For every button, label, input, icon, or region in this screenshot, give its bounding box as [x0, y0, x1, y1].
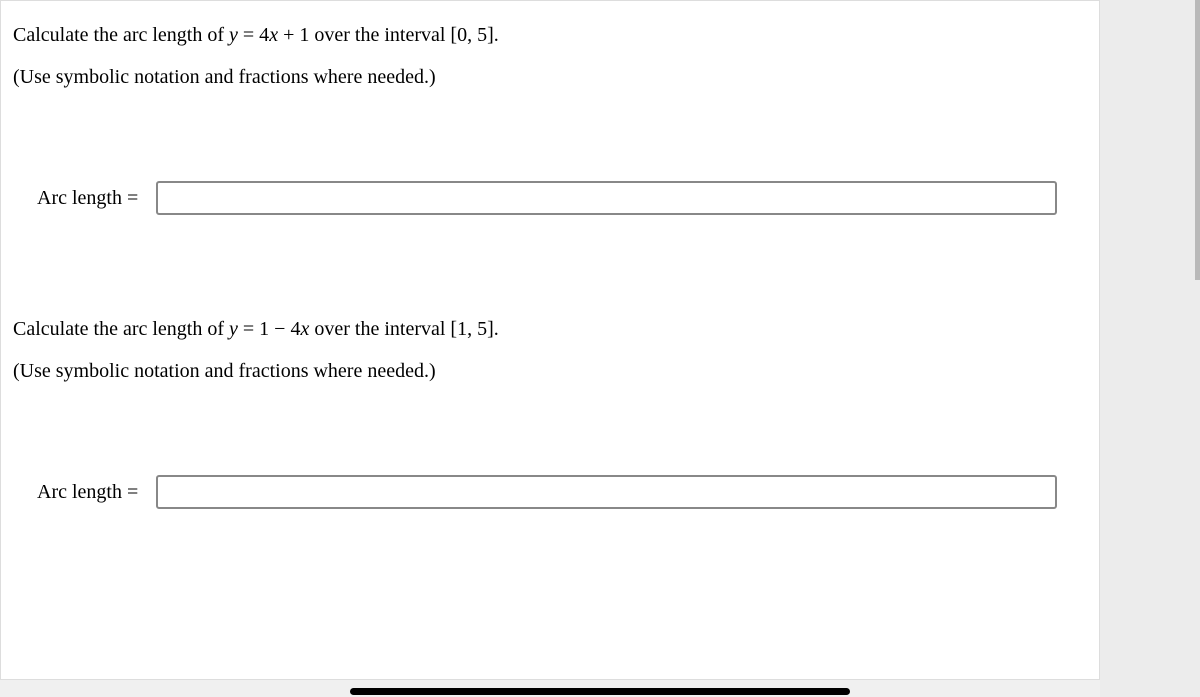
horizontal-scrollbar-track — [0, 689, 1200, 697]
question-1-answer-row: Arc length = — [13, 181, 1087, 215]
question-1-hint: (Use symbolic notation and fractions whe… — [13, 63, 1087, 91]
right-gutter — [1100, 0, 1200, 697]
question-2-prompt: Calculate the arc length of y = 1 − 4x o… — [13, 315, 1087, 343]
q2-var-y: y — [229, 318, 238, 340]
q1-text-post: + 1 over the interval [0, 5]. — [278, 24, 499, 46]
q1-var-y: y — [229, 24, 238, 46]
question-2-answer-label: Arc length = — [37, 481, 138, 504]
question-1-prompt: Calculate the arc length of y = 4x + 1 o… — [13, 21, 1087, 49]
question-1-answer-input[interactable] — [156, 181, 1057, 215]
question-2-answer-input[interactable] — [156, 475, 1057, 509]
q2-eq: = 1 − 4 — [238, 318, 301, 340]
q1-eq: = 4 — [238, 24, 269, 46]
question-1-answer-label: Arc length = — [37, 187, 138, 210]
question-2: Calculate the arc length of y = 1 − 4x o… — [1, 295, 1099, 589]
horizontal-scrollbar[interactable] — [350, 688, 850, 695]
vertical-scrollbar[interactable] — [1195, 0, 1200, 280]
q2-text-pre: Calculate the arc length of — [13, 318, 229, 340]
question-2-hint: (Use symbolic notation and fractions whe… — [13, 357, 1087, 385]
q2-text-post: over the interval [1, 5]. — [309, 318, 498, 340]
content-page: Calculate the arc length of y = 4x + 1 o… — [0, 0, 1100, 680]
question-1: Calculate the arc length of y = 4x + 1 o… — [1, 1, 1099, 295]
question-2-answer-row: Arc length = — [13, 475, 1087, 509]
q1-text-pre: Calculate the arc length of — [13, 24, 229, 46]
q1-var-x: x — [269, 24, 278, 46]
